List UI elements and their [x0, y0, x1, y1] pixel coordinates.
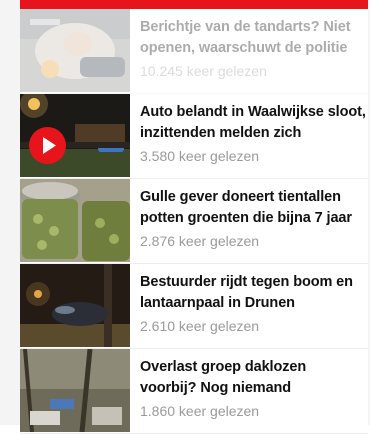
read-count: 10.245 keer gelezen	[140, 63, 267, 79]
article-headline[interactable]: Overlast groep daklozen voorbij? Nog nie…	[140, 357, 366, 399]
list-item[interactable]: Auto belandt in Waalwijkse sloot, inzitt…	[20, 94, 368, 179]
read-count: 2.876 keer gelezen	[140, 233, 260, 249]
article-thumbnail[interactable]	[20, 9, 130, 92]
most-read-list: Berichtje van de tandarts? Niet openen, …	[20, 9, 368, 434]
article-text: Gulle gever doneert tientallen potten gr…	[130, 179, 366, 251]
article-headline[interactable]: Berichtje van de tandarts? Niet openen, …	[140, 17, 366, 59]
read-count: 3.580 keer gelezen	[140, 148, 260, 164]
article-thumbnail[interactable]	[20, 94, 130, 177]
section-header-bar	[20, 0, 368, 9]
article-headline[interactable]: Gulle gever doneert tientallen potten gr…	[140, 187, 366, 229]
news-list-page: Berichtje van de tandarts? Niet openen, …	[0, 0, 370, 434]
article-text: Auto belandt in Waalwijkse sloot, inzitt…	[130, 94, 366, 166]
article-thumbnail[interactable]	[20, 264, 130, 347]
left-gutter	[0, 0, 20, 425]
play-button[interactable]	[29, 127, 66, 164]
article-text: Bestuurder rijdt tegen boom en lantaarnp…	[130, 264, 366, 336]
article-headline[interactable]: Bestuurder rijdt tegen boom en lantaarnp…	[140, 272, 366, 314]
article-thumbnail[interactable]	[20, 349, 130, 432]
list-item[interactable]: Bestuurder rijdt tegen boom en lantaarnp…	[20, 264, 368, 349]
article-text: Overlast groep daklozen voorbij? Nog nie…	[130, 349, 366, 421]
list-item[interactable]: Overlast groep daklozen voorbij? Nog nie…	[20, 349, 368, 434]
read-count: 2.610 keer gelezen	[140, 318, 260, 334]
article-text: Berichtje van de tandarts? Niet openen, …	[130, 9, 366, 81]
read-count: 1.860 keer gelezen	[140, 403, 260, 419]
list-item[interactable]: Gulle gever doneert tientallen potten gr…	[20, 179, 368, 264]
article-headline[interactable]: Auto belandt in Waalwijkse sloot, inzitt…	[140, 102, 366, 144]
list-item[interactable]: Berichtje van de tandarts? Niet openen, …	[20, 9, 368, 94]
play-icon	[43, 137, 56, 154]
article-thumbnail[interactable]	[20, 179, 130, 262]
